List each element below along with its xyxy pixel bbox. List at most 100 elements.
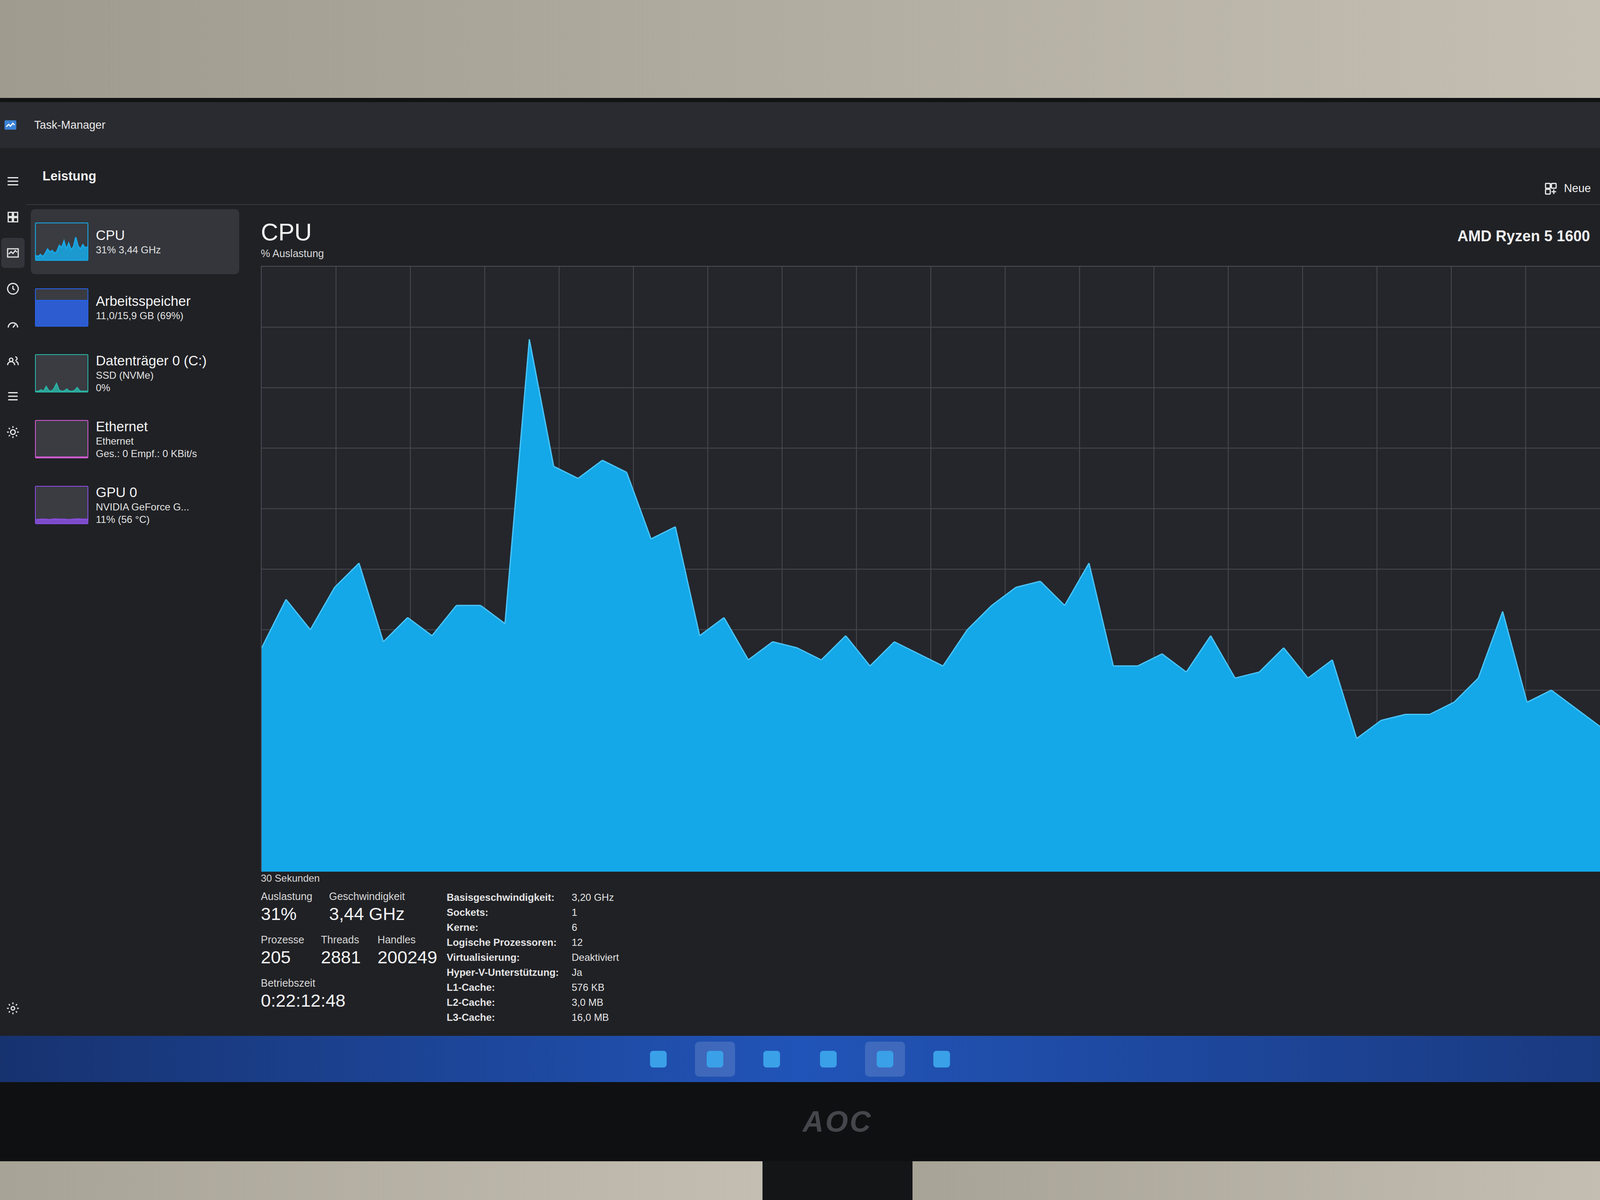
chart-line-segment — [310, 587, 335, 630]
wall — [0, 0, 1600, 98]
taskbar-app[interactable] — [921, 1041, 962, 1077]
chart-line-segment — [480, 605, 505, 624]
nav-item-icon — [5, 281, 20, 296]
chart-line-segment — [1186, 635, 1211, 673]
window-title: Task-Manager — [34, 118, 106, 132]
nav-item[interactable] — [1, 345, 25, 376]
chart-line-segment — [967, 605, 992, 630]
chart-line-segment — [432, 605, 457, 636]
stat: Betriebszeit0:22:12:48 — [260, 976, 346, 1012]
nav-item-icon — [5, 353, 20, 368]
app-icon — [815, 1046, 841, 1072]
chart-line-segment — [748, 641, 773, 660]
hamburger-icon — [5, 174, 20, 189]
chart-area — [261, 339, 1600, 872]
resource-detail: SSD (NVMe) — [95, 369, 207, 382]
stat: Geschwindigkeit3,44 GHz — [329, 890, 405, 925]
chart-line-segment — [505, 339, 530, 624]
resource-thumbnail — [35, 354, 89, 393]
taskbar-app[interactable] — [808, 1041, 849, 1077]
taskbar — [0, 1035, 1600, 1083]
nav-item[interactable] — [1, 309, 25, 340]
detail-row: Logische Prozessoren:12 — [446, 935, 619, 950]
panel-title: CPU — [260, 217, 312, 247]
chart-line-segment — [991, 587, 1016, 606]
title-bar: Task-Manager — [0, 102, 1600, 148]
chart-line-segment — [1015, 581, 1040, 588]
detail-row: Kerne:6 — [446, 920, 619, 935]
resource-detail: 11% (56 °C) — [95, 513, 190, 526]
nav-item-icon — [5, 210, 20, 225]
app-icon — [872, 1046, 898, 1072]
photo-scene: Task-ManagerLeistungNeueCPU31% 3,44 GHzA… — [0, 0, 1600, 1200]
chart-line-segment — [772, 641, 797, 648]
detail-row: L2-Cache:3,0 MB — [446, 995, 619, 1010]
chart-line-segment — [1502, 611, 1527, 703]
chart-line-segment — [675, 526, 700, 636]
stat: Threads2881 — [320, 933, 361, 969]
detail-row: L1-Cache:576 KB — [446, 980, 619, 995]
new-task-icon — [1543, 181, 1558, 196]
chart-line-segment — [1551, 690, 1576, 709]
chart-line-segment — [1380, 714, 1405, 721]
nav-rail — [0, 147, 26, 1036]
chart-line-segment — [553, 466, 578, 479]
monitor: Task-ManagerLeistungNeueCPU31% 3,44 GHzA… — [0, 97, 1600, 1162]
page-header: LeistungNeue — [25, 147, 1600, 205]
taskbar-app[interactable] — [695, 1041, 735, 1077]
nav-item[interactable] — [1, 417, 25, 448]
taskbar-app[interactable] — [865, 1041, 905, 1077]
resource-thumbnail — [35, 485, 89, 525]
detail-row: Virtualisierung:Deaktiviert — [446, 950, 619, 965]
chart-line-segment — [1089, 562, 1114, 666]
resource-list: CPU31% 3,44 GHzArbeitsspeicher11,0/15,9 … — [25, 205, 245, 1036]
nav-item[interactable] — [1, 202, 25, 233]
cpu-model: AMD Ryzen 5 1600 — [1457, 227, 1590, 247]
menu-button[interactable] — [1, 166, 25, 197]
chart-line-segment — [1405, 713, 1430, 715]
taskbar-app[interactable] — [751, 1041, 792, 1077]
detail-row: L3-Cache:16,0 MB — [446, 1010, 619, 1025]
resource-item[interactable]: CPU31% 3,44 GHz — [30, 209, 240, 275]
nav-item-icon — [5, 425, 20, 440]
resource-item[interactable]: Datenträger 0 (C:)SSD (NVMe)0% — [30, 340, 240, 406]
chart-line-segment — [1332, 660, 1357, 739]
chart-line-segment — [699, 617, 724, 636]
resource-item[interactable]: GPU 0NVIDIA GeForce G...11% (56 °C) — [30, 472, 240, 538]
app-icon — [759, 1046, 785, 1072]
resource-item[interactable]: EthernetEthernetGes.: 0 Empf.: 0 KBit/s — [30, 406, 240, 472]
resource-thumbnail — [35, 420, 89, 459]
taskbar-app[interactable] — [638, 1041, 679, 1077]
chart-line-segment — [261, 599, 286, 648]
nav-item[interactable] — [1, 273, 25, 304]
nav-item[interactable] — [1, 237, 25, 268]
screen: Task-ManagerLeistungNeueCPU31% 3,44 GHzA… — [0, 102, 1600, 1083]
chart-line-segment — [1235, 672, 1260, 679]
resource-title: CPU — [95, 227, 161, 244]
nav-item-icon — [5, 245, 20, 260]
chart-line-segment — [407, 617, 432, 636]
chart-line-segment — [1527, 690, 1552, 703]
chart-line-segment — [845, 635, 870, 667]
chart-line-segment — [1259, 647, 1284, 673]
chart-line-segment — [577, 460, 603, 479]
resource-title: Ethernet — [95, 418, 198, 435]
resource-detail: Ethernet — [95, 435, 198, 448]
chart-line-segment — [1283, 647, 1308, 679]
nav-item-icon — [5, 389, 20, 404]
chart-line-segment — [1575, 708, 1600, 727]
resource-item[interactable]: Arbeitsspeicher11,0/15,9 GB (69%) — [30, 275, 240, 340]
chart-line-segment — [602, 460, 627, 473]
task-manager-icon — [3, 117, 18, 133]
resource-title: Datenträger 0 (C:) — [95, 352, 207, 370]
chart-line-segment — [894, 641, 919, 654]
cpu-chart — [260, 265, 1600, 872]
new-task-button[interactable]: Neue — [1541, 181, 1594, 197]
nav-item[interactable] — [1, 381, 25, 412]
chart-line-segment — [285, 599, 310, 630]
app-icon — [702, 1046, 728, 1072]
chart-line-segment — [650, 526, 675, 539]
settings-button[interactable] — [1, 993, 25, 1024]
chart-line-segment — [1356, 720, 1381, 739]
detail-row: Basisgeschwindigkeit:3,20 GHz — [446, 890, 619, 905]
